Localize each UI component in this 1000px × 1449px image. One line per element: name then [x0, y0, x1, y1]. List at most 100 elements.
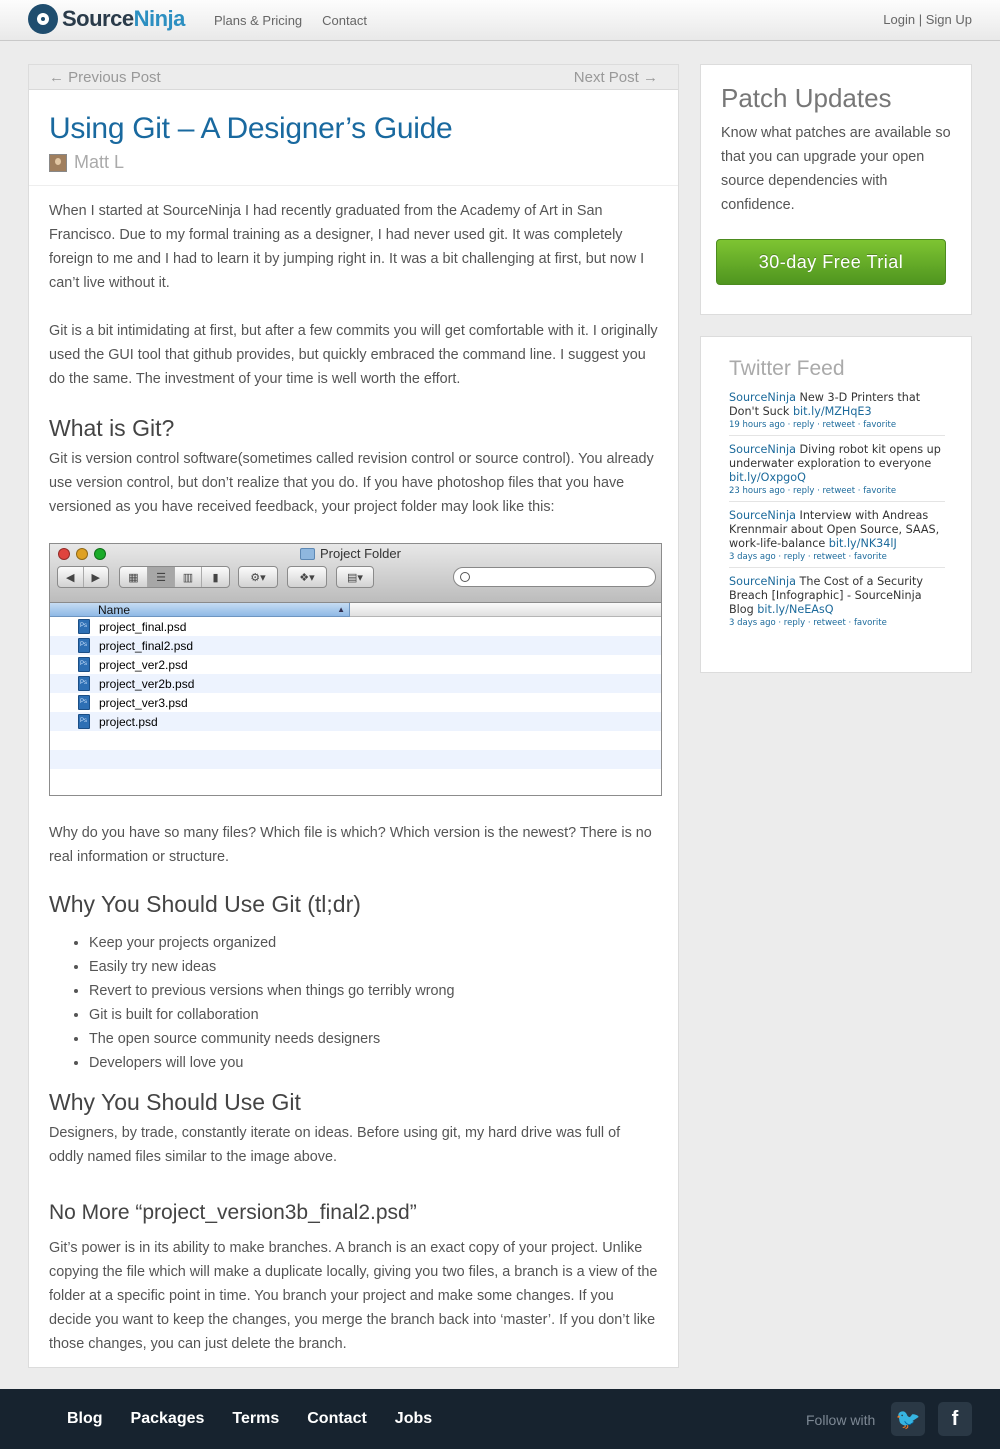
tweet-user-link[interactable]: SourceNinja — [729, 509, 796, 522]
heading-no-more: No More “project_version3b_final2.psd” — [49, 1201, 417, 1224]
after-image-paragraph: Why do you have so many files? Which fil… — [49, 825, 652, 865]
article-card: ← Previous Post Next Post → Using Git – … — [28, 64, 679, 1368]
file-row: project_final.psd — [50, 617, 661, 636]
nav-contact[interactable]: Contact — [322, 13, 367, 28]
footer-link-blog[interactable]: Blog — [67, 1410, 103, 1428]
back-arrow-icon: ◀ — [58, 567, 84, 587]
patch-updates-title: Patch Updates — [721, 83, 892, 113]
tweet-link[interactable]: bit.ly/NK34lJ — [829, 537, 897, 550]
why-paragraph: Designers, by trade, constantly iterate … — [49, 1125, 621, 1165]
tweet-actions[interactable]: · reply · retweet · favorite — [788, 420, 896, 430]
coverflow-view-icon: ▮ — [212, 571, 219, 584]
forward-arrow-icon: ▶ — [91, 571, 100, 584]
empty-row — [50, 731, 661, 750]
file-row: project_ver3.psd — [50, 693, 661, 712]
tweet-user-link[interactable]: SourceNinja — [729, 391, 796, 404]
finder-file-list: project_final.psd project_final2.psd pro… — [50, 617, 661, 788]
footer-link-contact[interactable]: Contact — [307, 1410, 367, 1428]
tweet-link[interactable]: bit.ly/OxpgoQ — [729, 471, 806, 484]
main-nav: Plans & Pricing Contact — [214, 13, 367, 28]
tweet-user-link[interactable]: SourceNinja — [729, 575, 796, 588]
signup-link[interactable]: Sign Up — [926, 12, 972, 27]
action-menu: ⚙▾ — [238, 566, 278, 588]
zoom-light-icon — [94, 548, 106, 560]
minimize-light-icon — [76, 548, 88, 560]
author-avatar — [49, 153, 67, 172]
heading-what-is-git: What is Git? — [49, 415, 175, 441]
author-name[interactable]: Matt L — [74, 152, 124, 173]
tweet-time[interactable]: 19 hours ago — [729, 420, 785, 430]
tweet: SourceNinja The Cost of a Security Breac… — [729, 575, 945, 633]
tweet-time[interactable]: 3 days ago — [729, 618, 776, 628]
empty-row — [50, 750, 661, 769]
finder-toolbar: Project Folder ◀ ▶ ▦ ☰ ▥ ▮ ⚙▾ ❖▾ ▤▾ — [50, 544, 661, 603]
patch-updates-widget: Patch Updates Know what patches are avai… — [700, 64, 972, 315]
dropbox-menu: ❖▾ — [287, 566, 327, 588]
sourceninja-logo[interactable]: SourceNinja — [28, 4, 185, 34]
auth-separator: | — [918, 12, 923, 27]
finder-window-title: Project Folder — [300, 546, 401, 561]
post-header: Using Git – A Designer’s Guide Matt L — [29, 90, 678, 186]
gear-icon: ⚙▾ — [250, 571, 266, 584]
photoshop-file-icon — [78, 657, 90, 672]
twitter-feed-title: Twitter Feed — [729, 357, 845, 380]
tweet: SourceNinja New 3-D Printers that Don't … — [729, 391, 945, 436]
intro-paragraph-2: Git is a bit intimidating at first, but … — [49, 323, 658, 387]
photoshop-file-icon — [78, 676, 90, 691]
view-mode-buttons: ▦ ☰ ▥ ▮ — [119, 566, 230, 588]
empty-row — [50, 769, 661, 788]
empty-column-header — [350, 603, 661, 617]
finder-column-header: Name — [50, 603, 661, 617]
file-row: project_ver2.psd — [50, 655, 661, 674]
footer-link-packages[interactable]: Packages — [131, 1410, 205, 1428]
file-row: project_ver2b.psd — [50, 674, 661, 693]
twitter-bird-icon[interactable]: 🐦 — [891, 1402, 925, 1436]
patch-updates-text: Know what patches are available so that … — [721, 125, 951, 213]
list-item: Developers will love you — [71, 1051, 658, 1075]
tweet-link[interactable]: bit.ly/MZHqE3 — [793, 405, 872, 418]
tweet-actions[interactable]: · reply · retweet · favorite — [788, 486, 896, 496]
footer-links: Blog Packages Terms Contact Jobs — [67, 1410, 432, 1428]
arrange-icon: ▤▾ — [347, 571, 363, 584]
finder-window-screenshot: Project Folder ◀ ▶ ▦ ☰ ▥ ▮ ⚙▾ ❖▾ ▤▾ Name… — [49, 543, 662, 796]
tweet: SourceNinja Interview with Andreas Krenn… — [729, 509, 945, 568]
brand-name: SourceNinja — [62, 6, 185, 31]
post-title[interactable]: Using Git – A Designer’s Guide — [49, 112, 658, 146]
intro-paragraph-1: When I started at SourceNinja I had rece… — [49, 203, 645, 291]
post-navigation: ← Previous Post Next Post → — [29, 65, 678, 90]
what-is-git-paragraph: Git is version control software(sometime… — [49, 451, 654, 515]
close-light-icon — [58, 548, 70, 560]
tweet-list: SourceNinja New 3-D Printers that Don't … — [729, 391, 945, 640]
twitter-feed-widget: Twitter Feed SourceNinja New 3-D Printer… — [700, 336, 972, 673]
tweet-actions[interactable]: · reply · retweet · favorite — [778, 618, 886, 628]
file-row: project_final2.psd — [50, 636, 661, 655]
photoshop-file-icon — [78, 619, 90, 634]
dropbox-icon: ❖▾ — [299, 571, 315, 584]
login-link[interactable]: Login — [883, 12, 915, 27]
tweet-time[interactable]: 3 days ago — [729, 552, 776, 562]
tweet-time[interactable]: 23 hours ago — [729, 486, 785, 496]
previous-post-link[interactable]: ← Previous Post — [49, 69, 161, 86]
branches-paragraph: Git’s power is in its ability to make br… — [49, 1240, 658, 1352]
nav-plans-pricing[interactable]: Plans & Pricing — [214, 13, 302, 28]
footer-link-terms[interactable]: Terms — [232, 1410, 279, 1428]
reasons-list: Keep your projects organized Easily try … — [49, 931, 658, 1075]
footer-link-jobs[interactable]: Jobs — [395, 1410, 432, 1428]
facebook-icon[interactable]: f — [938, 1402, 972, 1436]
list-view-icon: ☰ — [148, 567, 175, 587]
post-body: When I started at SourceNinja I had rece… — [29, 199, 678, 1356]
free-trial-button[interactable]: 30-day Free Trial — [716, 239, 946, 285]
name-column-header: Name — [50, 603, 350, 617]
tweet-link[interactable]: bit.ly/NeEAsQ — [757, 603, 833, 616]
back-forward-buttons: ◀ ▶ — [57, 566, 109, 588]
author-byline: Matt L — [49, 152, 658, 173]
tweet-actions[interactable]: · reply · retweet · favorite — [778, 552, 886, 562]
list-item: The open source community needs designer… — [71, 1027, 658, 1051]
list-item: Revert to previous versions when things … — [71, 979, 658, 1003]
tweet-user-link[interactable]: SourceNinja — [729, 443, 796, 456]
column-view-icon: ▥ — [175, 567, 202, 587]
next-post-link[interactable]: Next Post → — [574, 69, 658, 86]
file-row: project.psd — [50, 712, 661, 731]
arrange-menu: ▤▾ — [336, 566, 374, 588]
window-controls — [58, 548, 106, 560]
